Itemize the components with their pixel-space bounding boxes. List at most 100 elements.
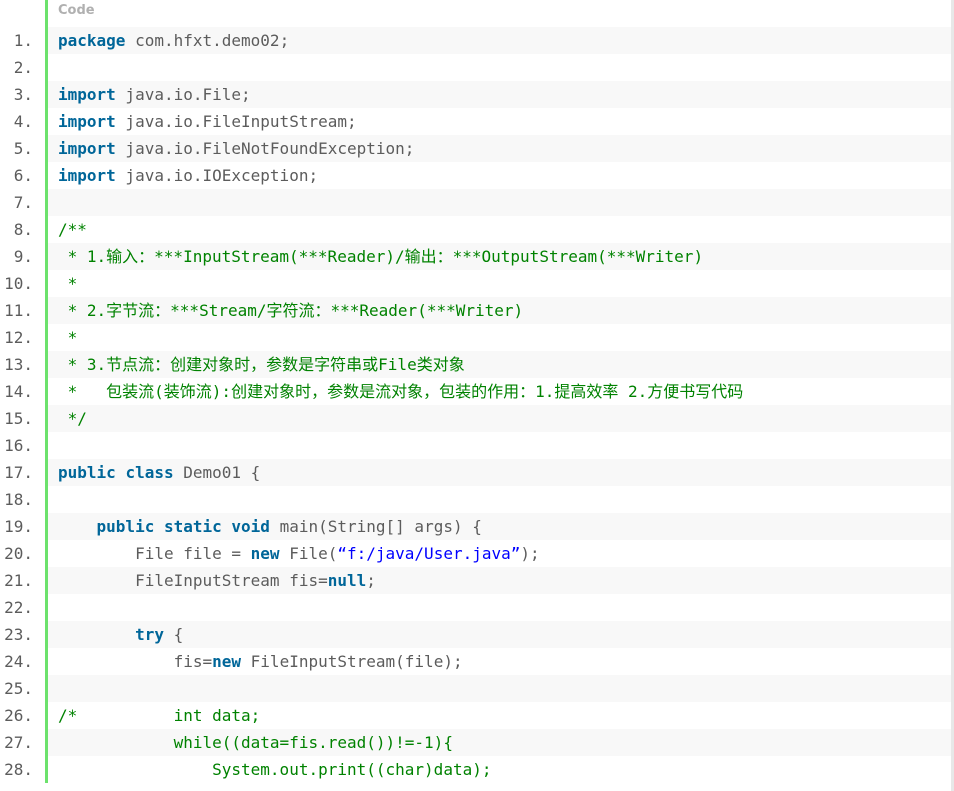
line-source: * 3.节点流：创建对象时，参数是字符串或File类对象 <box>48 351 954 378</box>
code-line: 5. import java.io.FileNotFoundException; <box>0 135 954 162</box>
code-token: * 包装流(装饰流):创建对象时，参数是流对象，包装的作用：1.提高效率 2.方… <box>58 382 744 401</box>
code-line: 18. <box>0 486 954 513</box>
code-token: ); <box>520 544 540 563</box>
code-token: * <box>58 274 78 293</box>
line-source <box>48 432 954 459</box>
line-number: 9. <box>0 243 45 270</box>
code-line: 13. * 3.节点流：创建对象时，参数是字符串或File类对象 <box>0 351 954 378</box>
code-token: FileInputStream fis= <box>58 571 328 590</box>
line-source: public static void main(String[] args) { <box>48 513 954 540</box>
line-number: 26. <box>0 702 45 729</box>
code-token: new <box>250 544 280 563</box>
line-source: System.out.print((char)data); <box>48 756 954 783</box>
line-number: 4. <box>0 108 45 135</box>
line-source: * 1.输入：***InputStream(***Reader)/输出：***O… <box>48 243 954 270</box>
line-number: 1. <box>0 27 45 54</box>
line-source: File file = new File(“f:/java/User.java”… <box>48 540 954 567</box>
code-line: 1. package com.hfxt.demo02; <box>0 27 954 54</box>
code-token: import <box>58 139 116 158</box>
code-token: * 3.节点流：创建对象时，参数是字符串或File类对象 <box>58 355 465 374</box>
code-line: 9. * 1.输入：***InputStream(***Reader)/输出：*… <box>0 243 954 270</box>
line-source: import java.io.FileInputStream; <box>48 108 954 135</box>
code-line: 16. <box>0 432 954 459</box>
code-line: 3. import java.io.File; <box>0 81 954 108</box>
code-token: java.io.File; <box>115 85 251 104</box>
line-source: import java.io.File; <box>48 81 954 108</box>
code-token: while((data=fis.read())!=-1){ <box>58 733 453 752</box>
code-token: /* int data; <box>58 706 261 725</box>
code-line: 6. import java.io.IOException; <box>0 162 954 189</box>
code-token: Demo01 { <box>173 463 261 482</box>
code-line: 7. <box>0 189 954 216</box>
code-token: null <box>327 571 367 590</box>
code-token: static <box>163 517 222 536</box>
line-number: 13. <box>0 351 45 378</box>
code-token: public <box>96 517 155 536</box>
line-source: FileInputStream fis=null; <box>48 567 954 594</box>
line-source: try { <box>48 621 954 648</box>
code-line: 21. FileInputStream fis=null; <box>0 567 954 594</box>
code-token: File( <box>279 544 338 563</box>
line-source: * 2.字节流：***Stream/字符流：***Reader(***Write… <box>48 297 954 324</box>
code-line: 17. public class Demo01 { <box>0 459 954 486</box>
code-line: 19. public static void main(String[] arg… <box>0 513 954 540</box>
code-line: 20. File file = new File(“f:/java/User.j… <box>0 540 954 567</box>
code-token: System.out.print((char)data); <box>58 760 492 779</box>
line-source: /** <box>48 216 954 243</box>
line-number: 11. <box>0 297 45 324</box>
line-number: 21. <box>0 567 45 594</box>
code-line: 25. <box>0 675 954 702</box>
line-number: 20. <box>0 540 45 567</box>
code-token: ; <box>366 571 376 590</box>
code-block: Code 1. package com.hfxt.demo02; 2. 3. impo… <box>0 0 954 791</box>
line-number: 27. <box>0 729 45 756</box>
code-header: Code <box>0 0 954 27</box>
code-line: 26. /* int data; <box>0 702 954 729</box>
line-source: */ <box>48 405 954 432</box>
line-number: 16. <box>0 432 45 459</box>
line-source: /* int data; <box>48 702 954 729</box>
code-token: public <box>58 463 116 482</box>
line-source: * <box>48 324 954 351</box>
line-number: 7. <box>0 189 45 216</box>
code-token: File file = <box>58 544 251 563</box>
code-line: 11. * 2.字节流：***Stream/字符流：***Reader(***W… <box>0 297 954 324</box>
line-number: 3. <box>0 81 45 108</box>
line-number: 19. <box>0 513 45 540</box>
line-source: import java.io.FileNotFoundException; <box>48 135 954 162</box>
line-source <box>48 54 954 81</box>
line-source: public class Demo01 { <box>48 459 954 486</box>
line-number: 25. <box>0 675 45 702</box>
code-line: 22. <box>0 594 954 621</box>
line-source: import java.io.IOException; <box>48 162 954 189</box>
code-token: */ <box>58 409 87 428</box>
code-line: 15. */ <box>0 405 954 432</box>
code-title: Code <box>58 3 95 18</box>
line-source <box>48 189 954 216</box>
line-number: 24. <box>0 648 45 675</box>
code-token: import <box>58 112 116 131</box>
line-number: 15. <box>0 405 45 432</box>
code-line: 10. * <box>0 270 954 297</box>
code-line: 2. <box>0 54 954 81</box>
code-lines: 1. package com.hfxt.demo02; 2. 3. import ja… <box>0 27 954 783</box>
line-number: 10. <box>0 270 45 297</box>
code-line: 8. /** <box>0 216 954 243</box>
line-source <box>48 675 954 702</box>
line-source: * 包装流(装饰流):创建对象时，参数是流对象，包装的作用：1.提高效率 2.方… <box>48 378 954 405</box>
line-number: 23. <box>0 621 45 648</box>
code-token: java.io.IOException; <box>115 166 319 185</box>
code-token: class <box>125 463 174 482</box>
code-token: FileInputStream(file); <box>241 652 463 671</box>
line-source <box>48 486 954 513</box>
code-line: 12. * <box>0 324 954 351</box>
line-number: 17. <box>0 459 45 486</box>
code-token: { <box>163 625 184 644</box>
line-source: while((data=fis.read())!=-1){ <box>48 729 954 756</box>
code-token: import <box>58 85 116 104</box>
code-token: new <box>212 652 242 671</box>
